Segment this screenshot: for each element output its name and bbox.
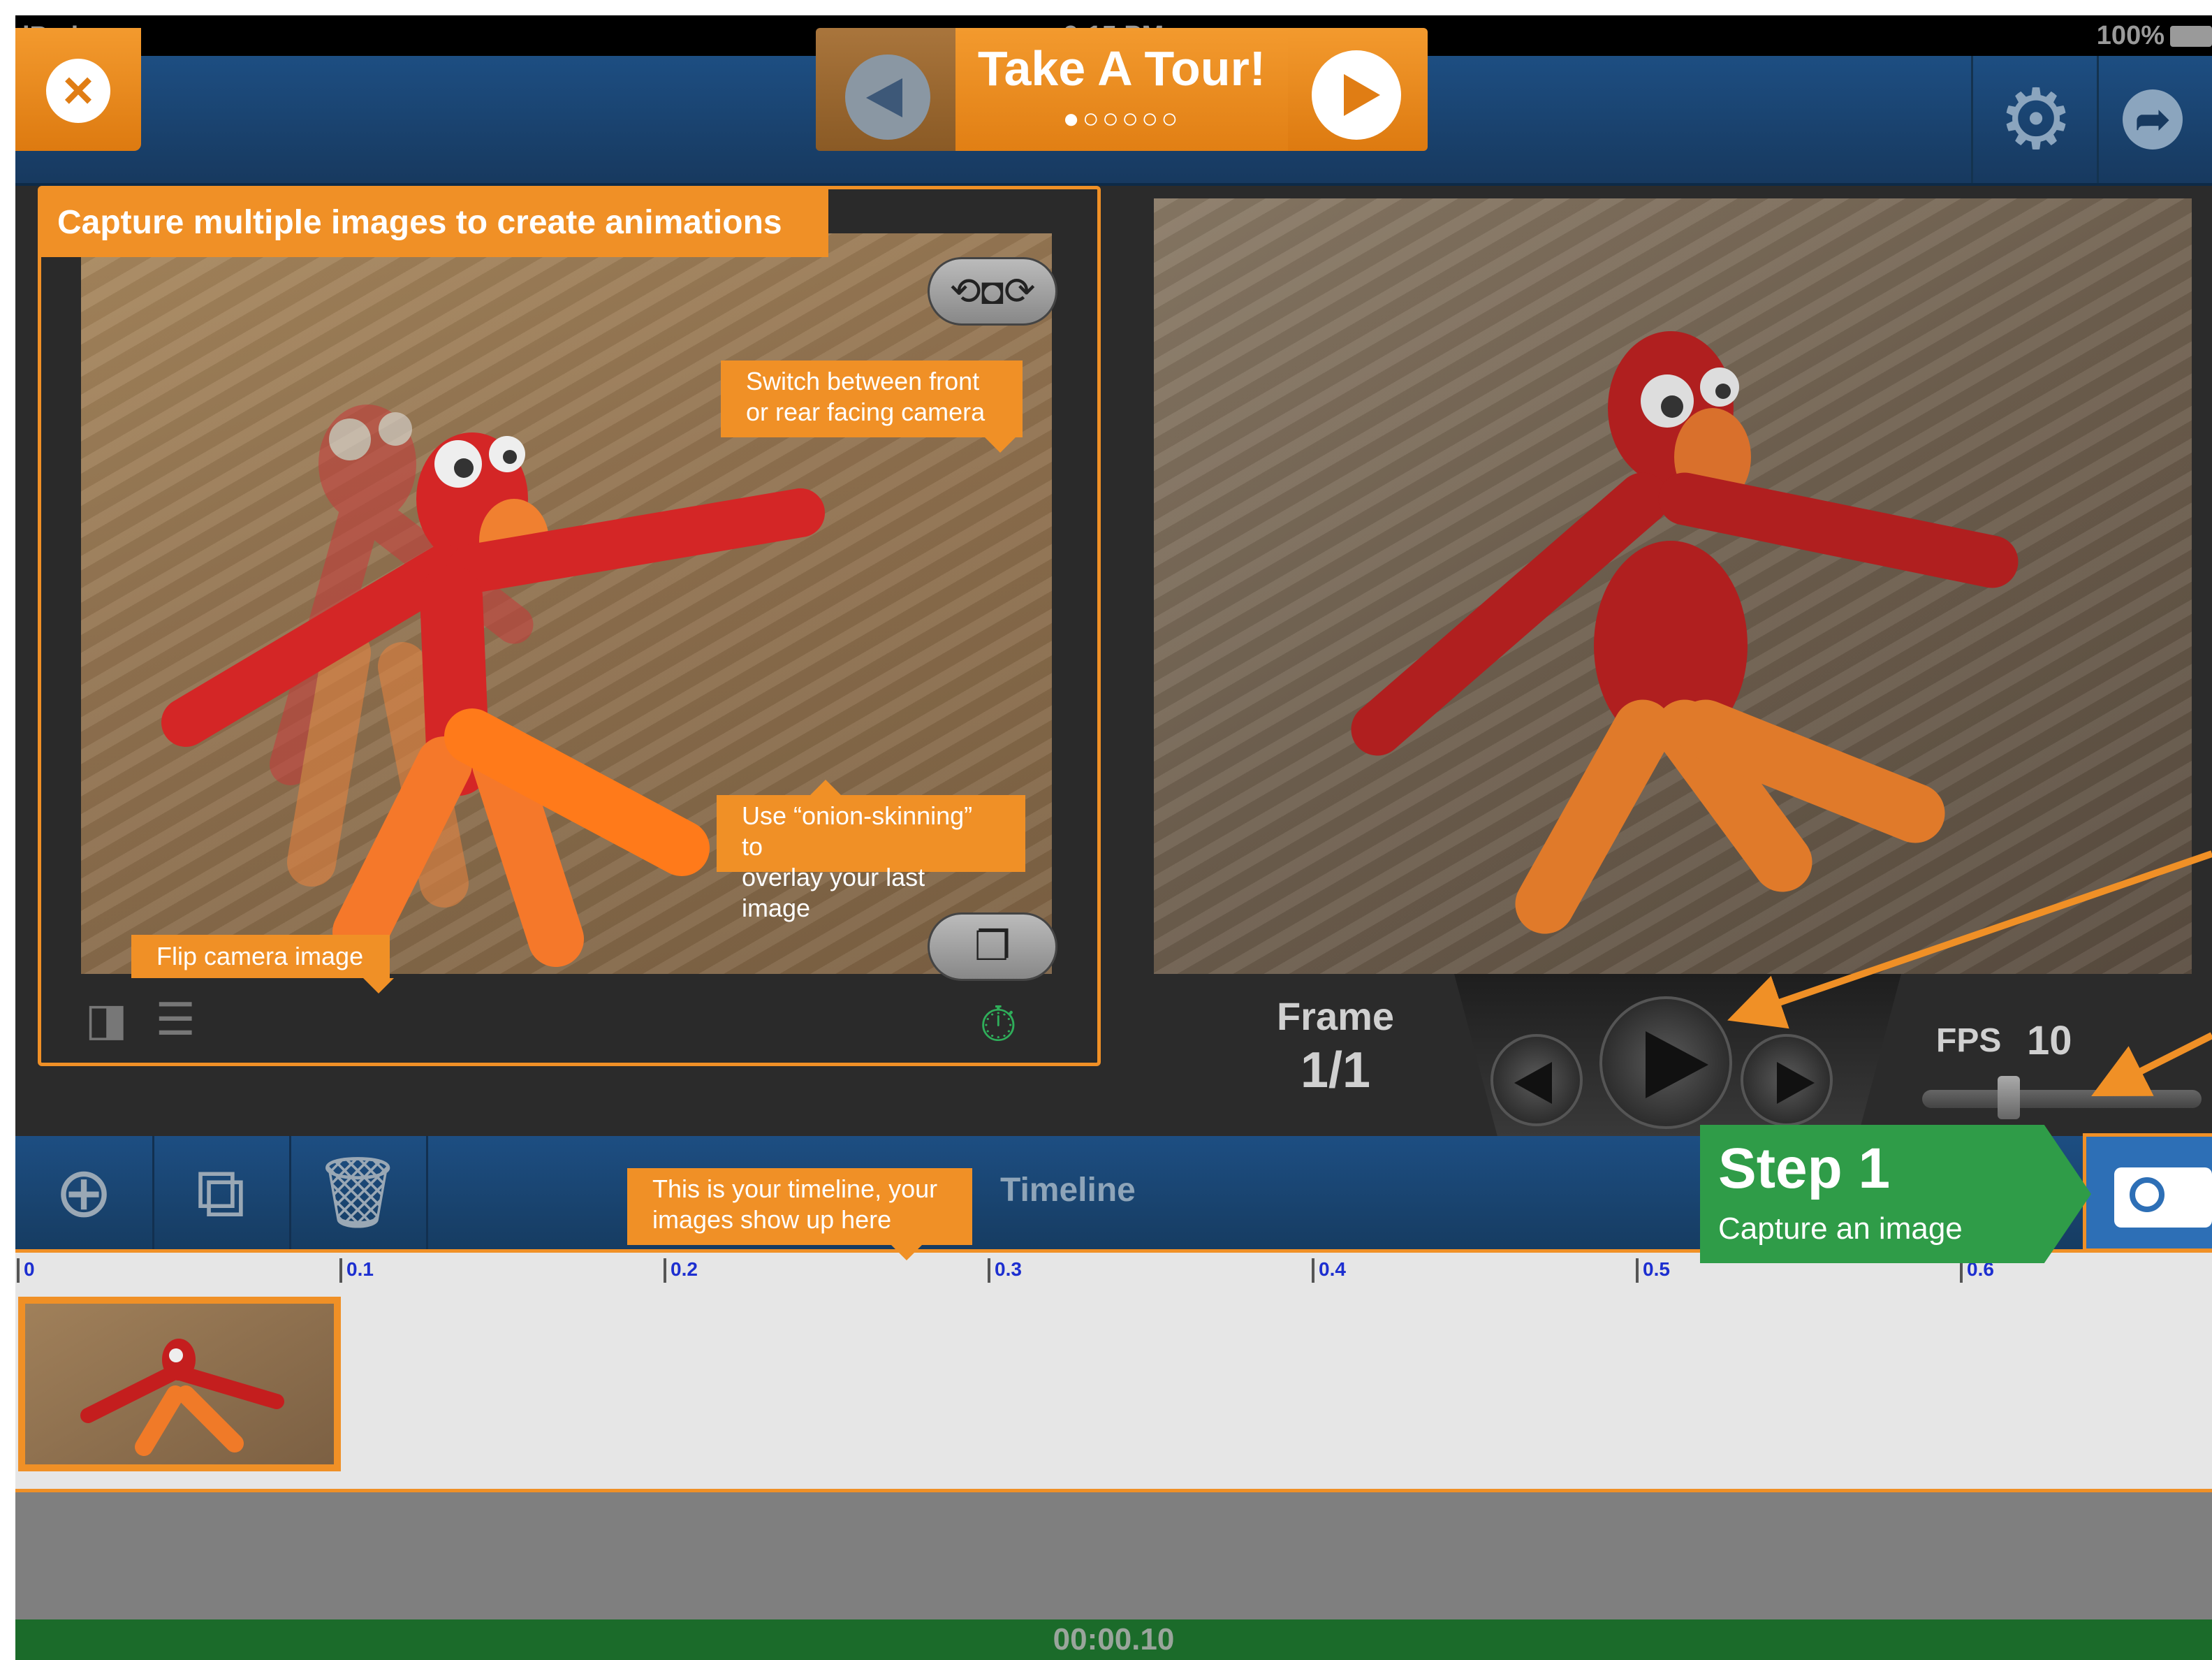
ruler-tick: 0.4 [1312,1258,1346,1283]
switch-camera-tip: Switch between front or rear facing came… [721,361,1023,453]
timer-icon[interactable]: ⏱ [979,996,1018,1054]
layers-icon: ❐ [974,924,1011,969]
arrow-to-fps [2091,1032,2212,1096]
step-title: Step 1 [1718,1137,1891,1200]
timeline-track [15,1283,2212,1492]
timeline-tip: This is your timeline, your images show … [627,1168,972,1260]
step-callout: Step 1 Capture an image [1700,1125,2091,1263]
fps-slider-track[interactable] [1922,1090,2202,1108]
settings-button[interactable]: ⚙ [1971,56,2099,183]
tour-page-indicator: ●○○○○○ [1062,103,1181,134]
plus-circle-icon: ⊕ [54,1153,113,1232]
battery-icon [2170,25,2212,47]
tour-header: Take A Tour! ●○○○○○ [955,28,1288,151]
flip-controls: ◨ ☰ [85,993,196,1046]
frame-preview [1154,198,2192,974]
gear-icon: ⚙ [1998,73,2074,166]
ruler-tick: 0.5 [1636,1258,1670,1283]
play-button[interactable] [1599,996,1732,1129]
duplicate-icon: ⧉ [196,1153,246,1232]
flip-vertical-icon[interactable]: ☰ [155,993,195,1046]
capture-image-button[interactable] [2083,1133,2212,1252]
switch-camera-button[interactable]: ⟲◘⟳ [928,257,1057,326]
frame-label: Frame [1276,994,1395,1038]
chevron-left-icon [845,54,930,140]
add-frame-button[interactable]: ⊕ [15,1136,154,1249]
audio-track-area [15,1492,2212,1619]
frame-value: 1/1 [1300,1042,1371,1098]
share-button[interactable]: ➦ [2097,56,2212,183]
previous-frame-button[interactable] [1490,1034,1583,1126]
duplicate-frame-button[interactable]: ⧉ [152,1136,291,1249]
ruler-tick: 0.2 [664,1258,698,1283]
tour-previous-button[interactable] [816,28,955,151]
delete-frame-button[interactable]: 🗑 [289,1136,428,1249]
battery-percent: 100% [2096,21,2165,50]
flip-horizontal-icon[interactable]: ◨ [85,993,127,1046]
frame-counter: Frame 1/1 [1231,993,1440,1099]
close-icon: × [46,59,110,123]
tour-next-button[interactable] [1288,28,1428,151]
close-tour-button[interactable]: × [15,28,141,151]
timeline-title: Timeline [1000,1172,1136,1209]
fps-value: 10 [2027,1018,2072,1063]
camera-switch-icon: ⟲◘⟳ [949,270,1036,312]
share-icon: ➦ [2123,89,2183,150]
capture-info-banner: Capture multiple images to create animat… [39,189,828,257]
onion-skin-tip: Use “onion-skinning” to overlay your las… [717,780,1025,922]
trash-icon: 🗑 [313,1153,402,1232]
camera-icon [2114,1167,2212,1228]
step-subtitle: Capture an image [1718,1211,1963,1246]
chevron-right-icon [1312,50,1401,140]
fps-label: FPS [1936,1022,2002,1059]
flip-camera-tip: Flip camera image [131,935,395,993]
duration-bar: 00:00.10 [15,1619,2212,1660]
onion-skin-button[interactable]: ❐ [928,912,1057,981]
pipe-cleaner-figure-photo [1351,331,2019,934]
thumbnail-figure [80,1339,284,1456]
ruler-tick: 0 [17,1258,35,1283]
tour-title: Take A Tour! [977,41,1266,96]
fps-slider-thumb[interactable] [1998,1076,2020,1119]
frame-thumbnail[interactable] [18,1297,341,1471]
next-frame-button[interactable] [1741,1034,1833,1126]
ruler-tick: 0.1 [339,1258,374,1283]
app-screen: iPad ≋ 9:15 PM 100% ⚙ ➦ × Take A Tour! ●… [15,15,2212,1660]
ruler-tick: 0.3 [988,1258,1022,1283]
